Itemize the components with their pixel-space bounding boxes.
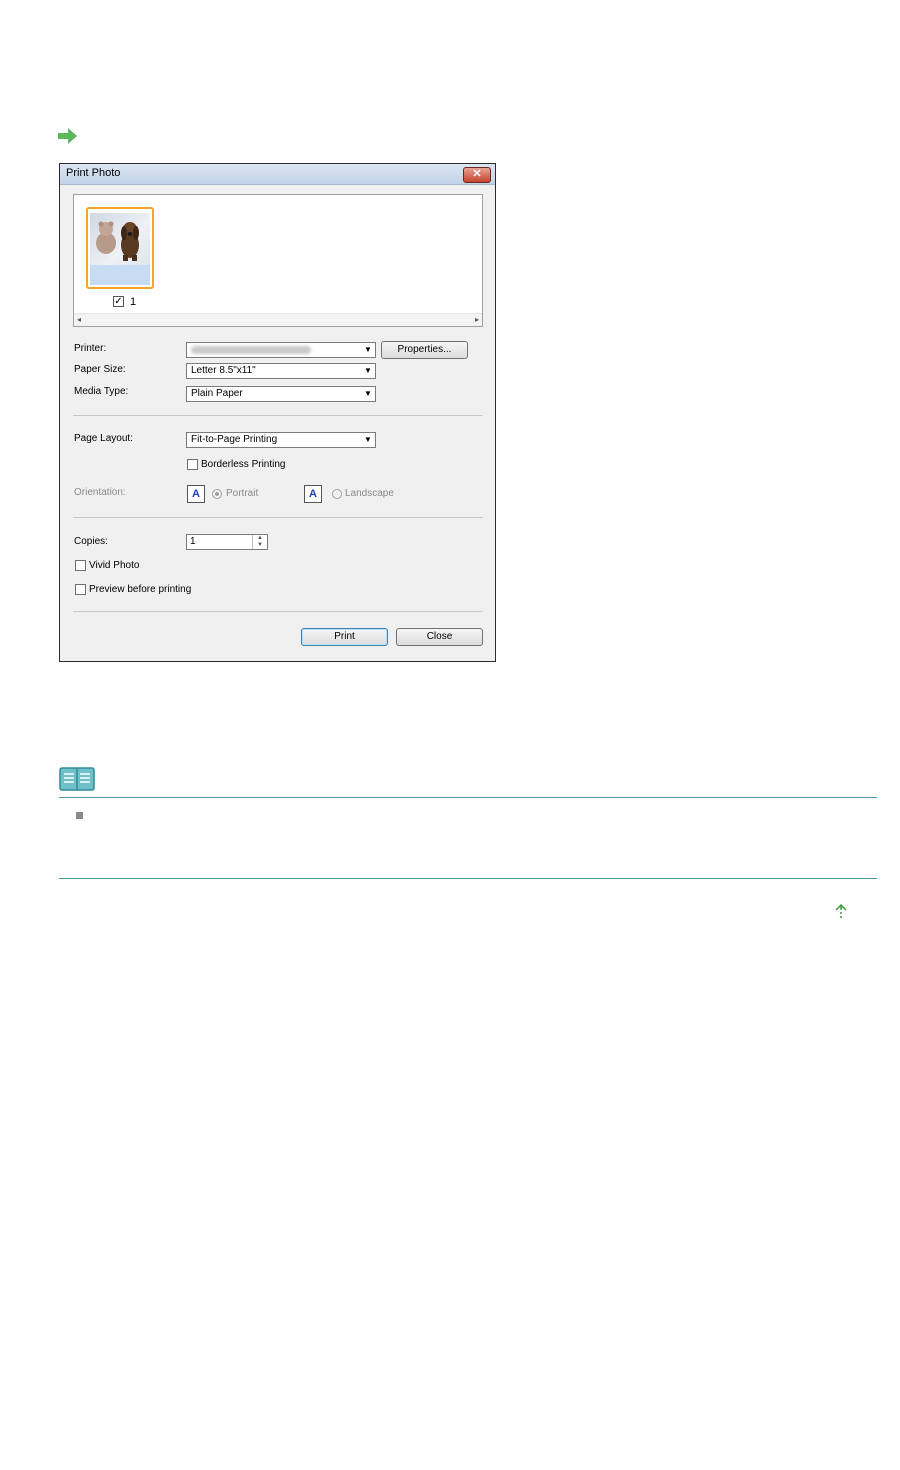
media-type-select[interactable]: Plain Paper ▼ [186, 386, 376, 402]
paper-size-value: Letter 8.5"x11" [191, 365, 256, 376]
landscape-icon: A [304, 485, 322, 503]
borderless-checkbox[interactable] [187, 459, 198, 470]
arrow-right-icon [58, 128, 77, 144]
bullet-icon [76, 812, 83, 819]
portrait-radio[interactable] [212, 489, 222, 499]
chevron-down-icon: ▼ [364, 435, 372, 444]
note-rule-top [59, 797, 877, 798]
separator [73, 415, 483, 416]
close-icon[interactable]: ✕ [463, 167, 491, 183]
page-layout-value: Fit-to-Page Printing [191, 434, 278, 445]
media-type-label: Media Type: [74, 386, 129, 397]
chevron-down-icon: ▼ [364, 366, 372, 375]
page-layout-select[interactable]: Fit-to-Page Printing ▼ [186, 432, 376, 448]
spin-down-icon[interactable]: ▼ [257, 542, 263, 548]
vivid-photo-checkbox[interactable] [75, 560, 86, 571]
printer-select[interactable]: ▼ [186, 342, 376, 358]
photo-paper-area [90, 265, 150, 285]
separator [73, 611, 483, 612]
chevron-down-icon: ▼ [364, 389, 372, 398]
note-rule-bottom [59, 878, 877, 879]
preview-checkbox[interactable] [75, 584, 86, 595]
separator [73, 517, 483, 518]
dialog-title: Print Photo [66, 167, 121, 179]
thumbnail-checkbox[interactable]: ✓ [113, 296, 124, 307]
copies-label: Copies: [74, 536, 108, 547]
printer-name-blurred [191, 346, 311, 354]
landscape-radio[interactable] [332, 489, 342, 499]
scroll-right-icon[interactable]: ▸ [475, 314, 479, 326]
vivid-photo-label: Vivid Photo [89, 560, 140, 571]
photo-teddy-dog-picture [96, 221, 139, 261]
page-top-icon[interactable] [833, 903, 849, 921]
preview-label: Preview before printing [89, 584, 192, 595]
properties-button[interactable]: Properties... [381, 341, 468, 359]
close-button[interactable]: Close [396, 628, 483, 646]
media-type-value: Plain Paper [191, 388, 243, 399]
portrait-label: Portrait [226, 488, 259, 499]
print-button[interactable]: Print [301, 628, 388, 646]
thumbnail-count: 1 [130, 296, 137, 308]
photo-thumbnail[interactable] [86, 207, 154, 289]
note-book-icon [59, 767, 95, 791]
print-photo-dialog: Print Photo ✕ ✓ 1 ◂ ▸ Printer: ▼ Propert… [59, 163, 496, 662]
portrait-icon: A [187, 485, 205, 503]
spin-up-icon[interactable]: ▲ [257, 535, 263, 541]
thumbnail-panel: ✓ 1 ◂ ▸ [73, 194, 483, 327]
page-layout-label: Page Layout: [74, 433, 133, 444]
paper-size-select[interactable]: Letter 8.5"x11" ▼ [186, 363, 376, 379]
paper-size-label: Paper Size: [74, 364, 126, 375]
printer-label: Printer: [74, 343, 107, 354]
spin-buttons[interactable]: ▲ ▼ [252, 535, 267, 549]
scroll-left-icon[interactable]: ◂ [77, 314, 81, 326]
copies-spinner[interactable]: 1 ▲ ▼ [186, 534, 268, 550]
horizontal-scrollbar[interactable]: ◂ ▸ [74, 313, 482, 326]
copies-value: 1 [190, 536, 196, 547]
dialog-titlebar: Print Photo ✕ [60, 164, 495, 185]
photo-image [90, 213, 150, 265]
orientation-label: Orientation: [74, 487, 126, 498]
borderless-label: Borderless Printing [201, 459, 286, 470]
landscape-label: Landscape [345, 488, 394, 499]
chevron-down-icon: ▼ [364, 345, 372, 354]
